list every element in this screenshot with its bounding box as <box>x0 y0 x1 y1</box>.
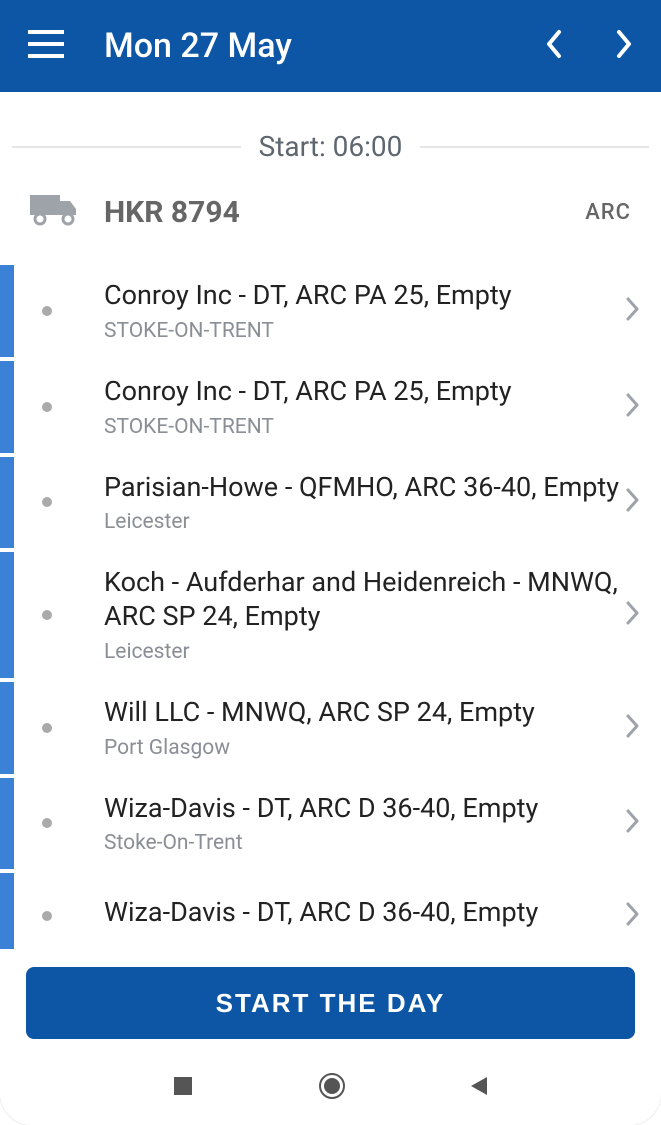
chevron-right-icon <box>625 487 641 517</box>
job-item[interactable]: Conroy Inc - DT, ARC PA 25, Empty STOKE-… <box>0 265 661 357</box>
job-title: Conroy Inc - DT, ARC PA 25, Empty <box>104 279 625 313</box>
header-date-title: Mon 27 May <box>104 26 505 66</box>
job-item[interactable]: Parisian-Howe - QFMHO, ARC 36-40, Empty … <box>0 457 661 549</box>
status-dot-icon <box>42 402 52 412</box>
android-nav-bar <box>0 1047 661 1125</box>
status-dot-icon <box>42 911 52 921</box>
job-title: Will LLC - MNWQ, ARC SP 24, Empty <box>104 696 625 730</box>
vehicle-row: HKR 8794 ARC <box>0 193 661 231</box>
job-title: Wiza-Davis - DT, ARC D 36-40, Empty <box>104 792 625 826</box>
status-dot-icon <box>42 818 52 828</box>
start-time-label: Start: 06:00 <box>259 130 403 163</box>
job-location: Leicester <box>104 640 625 664</box>
vehicle-registration: HKR 8794 <box>104 195 559 230</box>
truck-icon <box>30 193 78 231</box>
android-home-button[interactable] <box>317 1072 345 1100</box>
job-location: Stoke-On-Trent <box>104 831 625 855</box>
status-dot-icon <box>42 306 52 316</box>
start-time-divider: Start: 06:00 <box>0 130 661 163</box>
next-day-button[interactable] <box>615 29 633 63</box>
android-back-button[interactable] <box>465 1072 493 1100</box>
job-location: Port Glasgow <box>104 736 625 760</box>
job-title: Wiza-Davis - DT, ARC D 36-40, Empty <box>104 896 625 930</box>
chevron-right-icon <box>625 713 641 743</box>
status-dot-icon <box>42 610 52 620</box>
job-item[interactable]: Conroy Inc - DT, ARC PA 25, Empty STOKE-… <box>0 361 661 453</box>
job-item[interactable]: Wiza-Davis - DT, ARC D 36-40, Empty <box>0 873 661 949</box>
prev-day-button[interactable] <box>545 29 563 63</box>
chevron-right-icon <box>625 600 641 630</box>
jobs-list: Conroy Inc - DT, ARC PA 25, Empty STOKE-… <box>0 265 661 949</box>
start-day-button[interactable]: START THE DAY <box>26 967 635 1039</box>
footer: START THE DAY <box>0 949 661 1047</box>
job-item[interactable]: Will LLC - MNWQ, ARC SP 24, Empty Port G… <box>0 682 661 774</box>
chevron-right-icon <box>625 901 641 931</box>
job-location: STOKE-ON-TRENT <box>104 415 625 439</box>
chevron-right-icon <box>625 296 641 326</box>
status-dot-icon <box>42 497 52 507</box>
job-title: Koch - Aufderhar and Heidenreich - MNWQ,… <box>104 566 625 634</box>
chevron-right-icon <box>625 392 641 422</box>
job-title: Parisian-Howe - QFMHO, ARC 36-40, Empty <box>104 471 625 505</box>
android-recent-button[interactable] <box>169 1072 197 1100</box>
job-item[interactable]: Koch - Aufderhar and Heidenreich - MNWQ,… <box>0 552 661 678</box>
job-title: Conroy Inc - DT, ARC PA 25, Empty <box>104 375 625 409</box>
vehicle-code: ARC <box>585 200 631 225</box>
status-dot-icon <box>42 723 52 733</box>
job-location: Leicester <box>104 510 625 534</box>
app-header: Mon 27 May <box>0 0 661 92</box>
job-item[interactable]: Wiza-Davis - DT, ARC D 36-40, Empty Stok… <box>0 778 661 870</box>
job-location: STOKE-ON-TRENT <box>104 319 625 343</box>
chevron-right-icon <box>625 808 641 838</box>
menu-icon[interactable] <box>28 30 64 62</box>
